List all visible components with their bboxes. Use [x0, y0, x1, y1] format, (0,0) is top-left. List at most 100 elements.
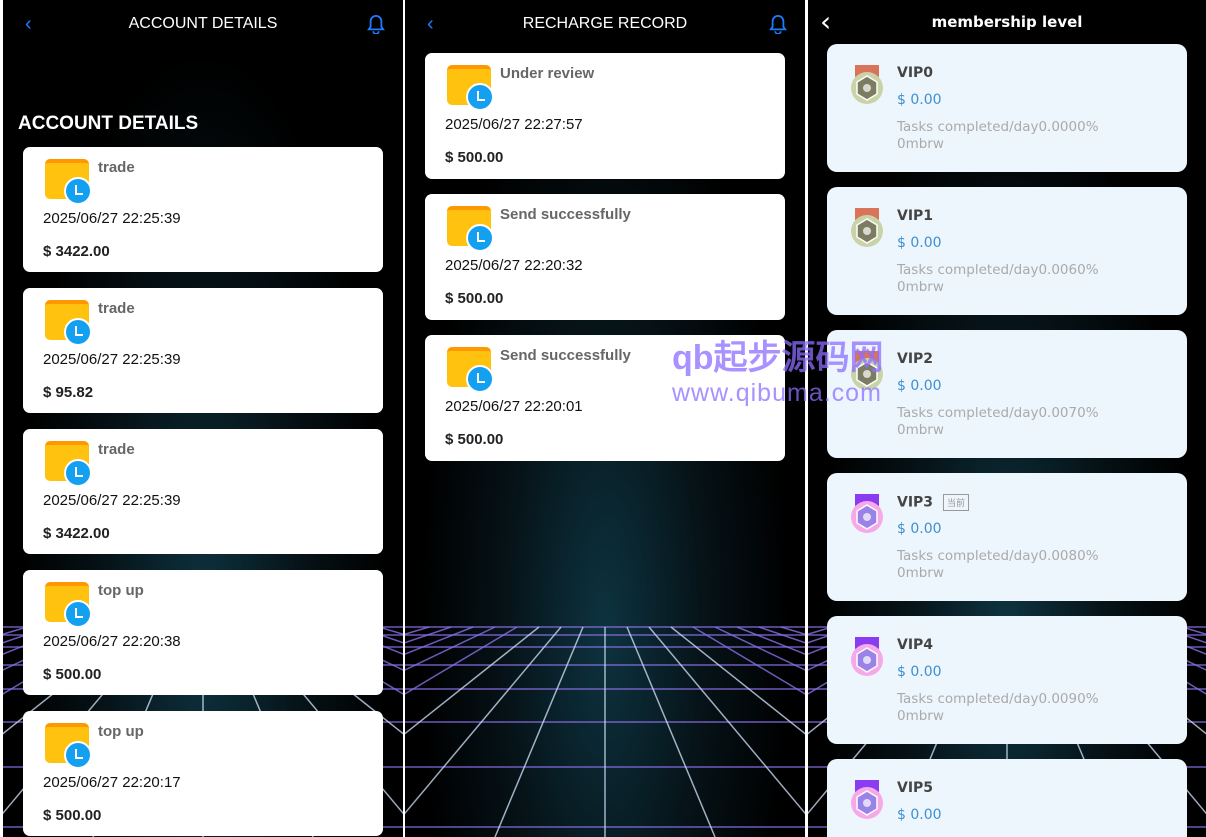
record-icon [447, 65, 495, 113]
header: ‹ ACCOUNT DETAILS [3, 0, 403, 48]
tasks-unit: 0mbrw [897, 422, 944, 438]
record-icon [45, 723, 93, 771]
vip-name: VIP0 [897, 65, 933, 81]
header: ‹ RECHARGE RECORD [405, 0, 805, 48]
page-title: membership level [931, 13, 1083, 31]
vip-level-card[interactable]: VIP4 $ 0.00 Tasks completed/day0.0090% 0m… [827, 616, 1187, 744]
transaction-amount: $ 500.00 [43, 666, 102, 683]
tasks-unit: 0mbrw [897, 136, 944, 152]
page-title: RECHARGE RECORD [522, 15, 688, 32]
record-icon [447, 347, 495, 395]
medal-icon [851, 351, 883, 390]
recharge-date: 2025/06/27 22:20:32 [445, 257, 583, 274]
vip-level-card[interactable]: VIP2 $ 0.00 Tasks completed/day0.0070% 0m… [827, 330, 1187, 458]
vip-name: VIP1 [897, 208, 933, 224]
recharge-status: Send successfully [500, 347, 631, 364]
current-badge: 当前 [943, 494, 970, 511]
transaction-type: trade [98, 300, 135, 317]
vip-level-card[interactable]: VIP3 当前 $ 0.00 Tasks completed/day0.0080%… [827, 473, 1187, 601]
record-icon [45, 159, 93, 207]
clock-icon [466, 83, 494, 111]
vip-name-text: VIP5 [897, 780, 934, 796]
recharge-status: Under review [500, 65, 595, 82]
transaction-card[interactable]: trade 2025/06/27 22:25:39 $ 95.82 [23, 288, 383, 413]
recharge-card[interactable]: Send successfully 2025/06/27 22:20:32 $ … [425, 194, 785, 320]
recharge-amount: $ 500.00 [445, 149, 504, 166]
recharge-record-screen: ‹ RECHARGE RECORD Under review 2025/06/2… [405, 0, 805, 837]
record-icon [45, 441, 93, 489]
bell-icon[interactable] [769, 14, 787, 34]
vip-tasks: Tasks completed/day0.0090% 0mbrw [897, 691, 1099, 725]
transaction-card[interactable]: top up 2025/06/27 22:20:38 $ 500.00 [23, 570, 383, 695]
clock-icon [64, 600, 92, 628]
vip-tasks: Tasks completed/day0.0000% 0mbrw [897, 119, 1099, 153]
transaction-card[interactable]: trade 2025/06/27 22:25:39 $ 3422.00 [23, 429, 383, 554]
record-icon [45, 582, 93, 630]
vip-name-text: VIP1 [897, 208, 934, 224]
transaction-type: top up [98, 723, 144, 740]
transaction-date: 2025/06/27 22:20:17 [43, 774, 181, 791]
medal-icon [851, 494, 883, 533]
vip-name-text: VIP3 [897, 494, 934, 511]
vip-tasks: Tasks completed/day0.0080% 0mbrw [897, 548, 1099, 582]
recharge-date: 2025/06/27 22:20:01 [445, 398, 583, 415]
back-icon[interactable]: ‹ [25, 0, 32, 48]
clock-icon [64, 318, 92, 346]
transaction-date: 2025/06/27 22:25:39 [43, 210, 181, 227]
vip-name-text: VIP0 [897, 65, 934, 81]
bell-icon[interactable] [367, 14, 385, 34]
transaction-type: trade [98, 441, 135, 458]
vip-name: VIP5 [897, 780, 933, 796]
transaction-amount: $ 95.82 [43, 384, 94, 401]
vip-tasks: Tasks completed/day0.0060% 0mbrw [897, 262, 1099, 296]
vip-level-card[interactable]: VIP1 $ 0.00 Tasks completed/day0.0060% 0m… [827, 187, 1187, 315]
transaction-date: 2025/06/27 22:20:38 [43, 633, 181, 650]
tasks-rate: Tasks completed/day0.0090% [897, 691, 1099, 707]
recharge-card[interactable]: Under review 2025/06/27 22:27:57 $ 500.0… [425, 53, 785, 179]
back-icon[interactable]: ‹ [820, 0, 831, 44]
transaction-amount: $ 3422.00 [43, 243, 110, 260]
transaction-card[interactable]: trade 2025/06/27 22:25:39 $ 3422.00 [23, 147, 383, 272]
tasks-rate: Tasks completed/day0.0080% [897, 548, 1099, 564]
back-icon[interactable]: ‹ [427, 0, 434, 48]
tasks-rate: Tasks completed/day0.0060% [897, 262, 1099, 278]
recharge-card[interactable]: Send successfully 2025/06/27 22:20:01 $ … [425, 335, 785, 461]
tasks-rate: Tasks completed/day0.0000% [897, 119, 1099, 135]
section-title: ACCOUNT DETAILS [18, 113, 199, 134]
recharge-date: 2025/06/27 22:27:57 [445, 116, 583, 133]
header: ‹ membership level [808, 0, 1206, 44]
vip-amount: $ 0.00 [897, 664, 942, 680]
record-icon [447, 206, 495, 254]
tasks-rate: Tasks completed/day0.0070% [897, 405, 1099, 421]
recharge-amount: $ 500.00 [445, 290, 504, 307]
vip-amount: $ 0.00 [897, 521, 942, 537]
transaction-type: top up [98, 582, 144, 599]
medal-icon [851, 637, 883, 676]
transaction-amount: $ 500.00 [43, 807, 102, 824]
clock-icon [64, 177, 92, 205]
vip-name: VIP3 当前 [897, 494, 970, 511]
tasks-unit: 0mbrw [897, 708, 944, 724]
vip-tasks: Tasks completed/day0.0070% 0mbrw [897, 405, 1099, 439]
transaction-card[interactable]: top up 2025/06/27 22:20:17 $ 500.00 [23, 711, 383, 836]
clock-icon [64, 459, 92, 487]
vip-name: VIP2 [897, 351, 933, 367]
vip-level-card[interactable]: VIP5 $ 0.00 [827, 759, 1187, 837]
medal-icon [851, 780, 883, 819]
vip-name: VIP4 [897, 637, 933, 653]
vip-amount: $ 0.00 [897, 235, 942, 251]
account-details-screen: ‹ ACCOUNT DETAILS ACCOUNT DETAILS trade … [3, 0, 403, 837]
medal-icon [851, 65, 883, 104]
vip-name-text: VIP2 [897, 351, 934, 367]
clock-icon [64, 741, 92, 769]
record-icon [45, 300, 93, 348]
grid-background [405, 626, 805, 837]
clock-icon [466, 224, 494, 252]
page-title: ACCOUNT DETAILS [128, 15, 278, 32]
medal-icon [851, 208, 883, 247]
membership-level-screen: ‹ membership level VIP0 $ 0.00 Tasks com… [808, 0, 1206, 837]
vip-level-card[interactable]: VIP0 $ 0.00 Tasks completed/day0.0000% 0m… [827, 44, 1187, 172]
transaction-type: trade [98, 159, 135, 176]
transaction-amount: $ 3422.00 [43, 525, 110, 542]
tasks-unit: 0mbrw [897, 279, 944, 295]
